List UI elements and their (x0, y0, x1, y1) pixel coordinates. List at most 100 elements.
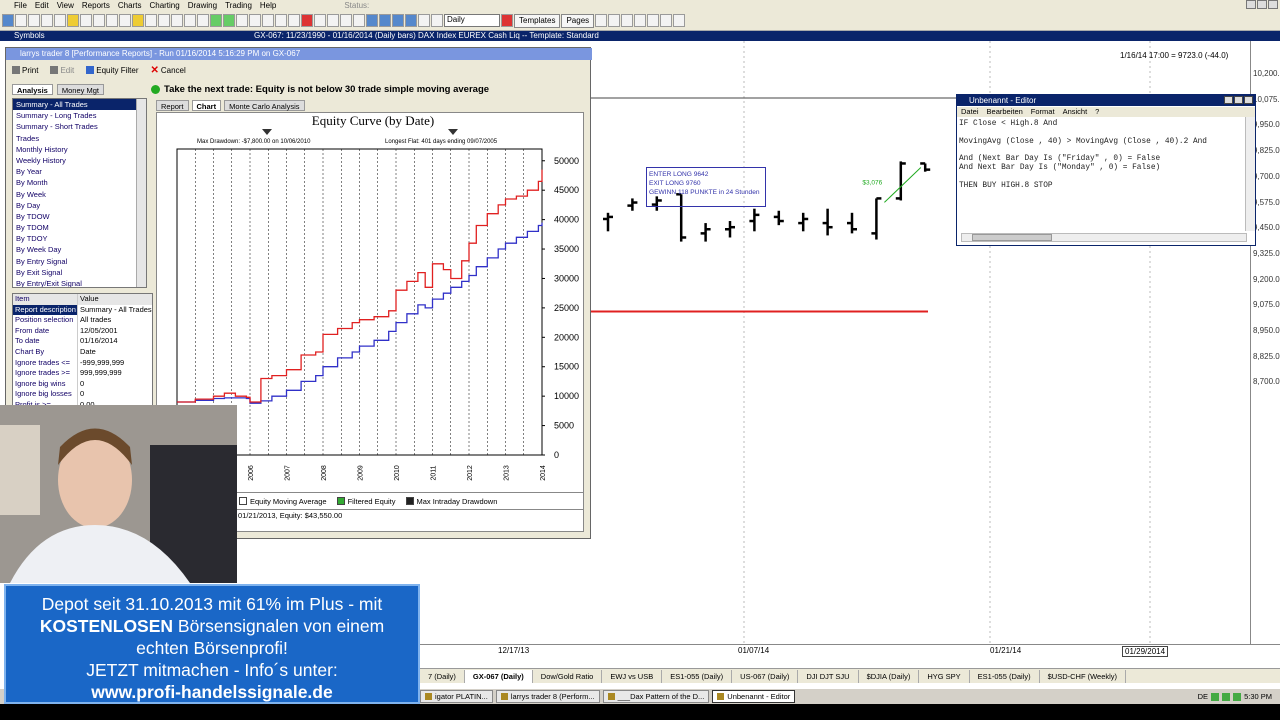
props-row[interactable]: Ignore trades >= 999,999,999 (13, 368, 152, 379)
chart-tab[interactable]: Dow/Gold Ratio (533, 669, 603, 683)
notepad-vertical-scrollbar[interactable] (1245, 117, 1255, 231)
interval-select[interactable]: Daily (444, 14, 500, 27)
toolbar-trendline-icon[interactable] (236, 14, 248, 27)
chart-tab[interactable]: ES1-055 (Daily) (662, 669, 733, 683)
toolbar-sort-icon[interactable] (647, 14, 660, 27)
analysis-list[interactable]: Summary - All Trades Summary - Long Trade… (12, 98, 147, 288)
toolbar-arc-icon[interactable] (288, 14, 300, 27)
notepad-maximize-button[interactable] (1234, 96, 1243, 104)
toolbar-zoom-icon[interactable] (80, 14, 92, 27)
toolbar-channel-icon[interactable] (340, 14, 352, 27)
equity-filter-button[interactable]: Equity Filter (86, 66, 138, 75)
close-button[interactable] (1268, 0, 1278, 9)
menu-reports[interactable]: Reports (82, 1, 110, 10)
notepad-text-area[interactable]: IF Close < High.8 And MovingAvg (Close ,… (959, 120, 1243, 232)
props-row[interactable]: Ignore big wins 0 (13, 378, 152, 390)
toolbar-line-icon[interactable] (184, 14, 196, 27)
chart-tab[interactable]: GX-067 (Daily) (464, 669, 533, 683)
analysis-item[interactable]: By Exit Signal (13, 267, 146, 278)
toolbar-tile-icon[interactable] (392, 14, 404, 27)
props-row[interactable]: Ignore big losses 0 (13, 389, 152, 400)
toolbar-detail-icon[interactable] (608, 14, 621, 27)
toolbar-book-icon[interactable] (158, 14, 170, 27)
menu-charts[interactable]: Charts (118, 1, 142, 10)
trade-annotation[interactable]: ENTER LONG 9642 EXIT LONG 9760 GEWINN 11… (646, 167, 766, 207)
chart-tab[interactable]: 7 (Daily) (420, 669, 465, 683)
toolbar-stats-icon[interactable] (431, 14, 443, 27)
analysis-item[interactable]: Summary - Long Trades (13, 110, 146, 121)
toolbar-ellipse-icon[interactable] (249, 14, 261, 27)
cancel-button[interactable]: ✕ Cancel (150, 65, 185, 76)
toolbar-window-icon[interactable] (379, 14, 391, 27)
toolbar-text-icon[interactable] (314, 14, 326, 27)
props-row[interactable]: To date 01/16/2014 (13, 336, 152, 347)
chart-tab[interactable]: $DJIA (Daily) (859, 669, 920, 683)
tab-report[interactable]: Report (156, 100, 189, 111)
menu-file[interactable]: File (14, 1, 27, 10)
toolbar-grid-icon[interactable] (106, 14, 118, 27)
task-button[interactable]: igator PLATIN... (420, 690, 493, 703)
toolbar-plus-icon[interactable] (673, 14, 686, 27)
analysis-item[interactable]: Monthly History (13, 144, 146, 155)
chart-tab[interactable]: ES1-055 (Daily) (970, 669, 1040, 683)
menu-edit[interactable]: Edit (35, 1, 49, 10)
notepad-minimize-button[interactable] (1224, 96, 1233, 104)
analysis-item[interactable]: By Year (13, 166, 146, 177)
toolbar-arrow-icon[interactable] (353, 14, 365, 27)
tab-monte-carlo[interactable]: Monte Carlo Analysis (224, 100, 305, 111)
tray-icon[interactable] (1211, 692, 1220, 701)
toolbar-chart-icon[interactable] (119, 14, 131, 27)
legend-item[interactable]: Max Intraday Drawdown (405, 497, 497, 506)
toolbar-refresh-icon[interactable] (418, 14, 430, 27)
toolbar-stop2-icon[interactable] (501, 14, 513, 27)
pages-button[interactable]: Pages (561, 13, 595, 28)
clock[interactable]: 5:30 PM (1244, 692, 1272, 701)
toolbar-paste-icon[interactable] (67, 14, 79, 27)
analysis-item[interactable]: By TDOW (13, 211, 146, 222)
notepad-horizontal-scrollbar[interactable] (961, 233, 1247, 242)
toolbar-table-icon[interactable] (634, 14, 647, 27)
toolbar-sell-icon[interactable] (223, 14, 235, 27)
toolbar-find-icon[interactable] (93, 14, 105, 27)
menu-view[interactable]: View (57, 1, 74, 10)
notepad-menu-ansicht[interactable]: Ansicht (1063, 107, 1088, 117)
print-button[interactable]: Print (12, 66, 38, 75)
toolbar-cursor-icon[interactable] (171, 14, 183, 27)
toolbar-stop-icon[interactable] (301, 14, 313, 27)
menu-help[interactable]: Help (260, 1, 276, 10)
toolbar-cascade-icon[interactable] (405, 14, 417, 27)
templates-button[interactable]: Templates (514, 13, 561, 28)
tray-icon[interactable] (1222, 692, 1231, 701)
notepad-close-button[interactable] (1244, 96, 1253, 104)
analysis-list-scrollbar[interactable] (136, 99, 146, 287)
toolbar-print-icon[interactable] (28, 14, 40, 27)
tab-analysis[interactable]: Analysis (12, 84, 53, 95)
analysis-item[interactable]: By Entry/Exit Signal (13, 278, 146, 287)
toolbar-rect-icon[interactable] (327, 14, 339, 27)
analysis-item[interactable]: Summary - All Trades (13, 99, 146, 111)
props-row[interactable]: Report description Summary - All Trades (13, 304, 152, 316)
chart-tab[interactable]: EWJ vs USB (602, 669, 663, 683)
promo-url[interactable]: www.profi-handelssignale.de (6, 681, 418, 703)
chart-tab[interactable]: $USD-CHF (Weekly) (1040, 669, 1127, 683)
toolbar-buy-icon[interactable] (210, 14, 222, 27)
analysis-item[interactable]: By Day (13, 200, 146, 211)
legend-item[interactable]: Filtered Equity (336, 497, 396, 506)
props-row[interactable]: Ignore trades <= -999,999,999 (13, 357, 152, 369)
tab-chart[interactable]: Chart (191, 100, 222, 111)
toolbar-alert-icon[interactable] (145, 14, 157, 27)
notepad-menu-format[interactable]: Format (1031, 107, 1055, 117)
analysis-item[interactable]: Summary - Short Trades (13, 121, 146, 132)
toolbar-filter-icon[interactable] (660, 14, 673, 27)
toolbar-save-icon[interactable] (15, 14, 27, 27)
analysis-item[interactable]: By Entry Signal (13, 256, 146, 267)
toolbar-circle-icon[interactable] (262, 14, 274, 27)
analysis-item[interactable]: By Month (13, 177, 146, 188)
toolbar-cut-icon[interactable] (41, 14, 53, 27)
task-button[interactable]: larrys trader 8 (Perform... (495, 690, 600, 703)
props-row[interactable]: Position selection All trades (13, 315, 152, 326)
task-button-active[interactable]: Unbenannt - Editor (712, 690, 796, 703)
toolbar-open-icon[interactable] (2, 14, 14, 27)
props-row[interactable]: From date 12/05/2001 (13, 325, 152, 337)
minimize-button[interactable] (1246, 0, 1256, 9)
